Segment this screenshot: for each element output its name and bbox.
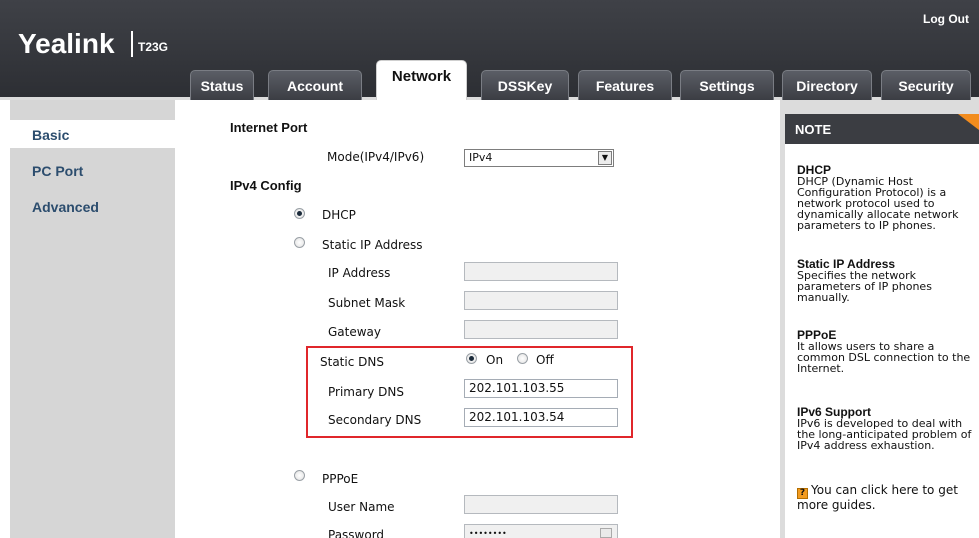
user-name-label: User Name xyxy=(328,500,395,514)
keyboard-icon xyxy=(600,528,612,538)
note-static: Static IP Address Specifies the network … xyxy=(797,258,975,304)
static-dns-label: Static DNS xyxy=(320,355,384,369)
brand-logo: Yealink xyxy=(18,28,115,59)
secondary-dns-label: Secondary DNS xyxy=(328,413,422,427)
note-corner-flag xyxy=(958,114,979,130)
tab-account[interactable]: Account xyxy=(268,70,362,100)
static-dns-off-label: Off xyxy=(536,353,554,367)
tab-network[interactable]: Network xyxy=(376,60,467,100)
mode-select[interactable]: IPv4 ▼ xyxy=(464,149,614,167)
sidebar-item-pc-port[interactable]: PC Port xyxy=(32,163,83,179)
tab-features[interactable]: Features xyxy=(578,70,672,100)
tab-dsskey[interactable]: DSSKey xyxy=(481,70,569,100)
logout-link[interactable]: Log Out xyxy=(923,12,969,26)
chevron-down-icon: ▼ xyxy=(598,151,612,165)
sidebar-item-basic[interactable]: Basic xyxy=(32,127,69,143)
ip-address-field[interactable] xyxy=(464,262,618,281)
note-ipv6-text: IPv6 is developed to deal with the long-… xyxy=(797,417,972,452)
static-dns-on-radio[interactable] xyxy=(466,353,477,364)
gateway-label: Gateway xyxy=(328,325,382,339)
password-value: •••••••• xyxy=(469,529,507,538)
ip-address-label: IP Address xyxy=(328,266,391,280)
password-field[interactable]: •••••••• xyxy=(464,524,618,538)
pppoe-radio[interactable] xyxy=(294,470,305,481)
static-ip-radio[interactable] xyxy=(294,237,305,248)
note-dhcp: DHCP DHCP (Dynamic Host Configuration Pr… xyxy=(797,164,975,232)
mode-label: Mode(IPv4/IPv6) xyxy=(327,150,425,164)
note-pppoe-text: It allows users to share a common DSL co… xyxy=(797,340,971,375)
note-pppoe: PPPoE It allows users to share a common … xyxy=(797,329,975,375)
pppoe-label: PPPoE xyxy=(322,472,359,486)
note-ipv6: IPv6 Support IPv6 is developed to deal w… xyxy=(797,406,975,452)
ipv4-config-heading: IPv4 Config xyxy=(230,178,302,193)
tab-settings[interactable]: Settings xyxy=(680,70,774,100)
subnet-mask-field[interactable] xyxy=(464,291,618,310)
tab-security[interactable]: Security xyxy=(881,70,971,100)
internet-port-heading: Internet Port xyxy=(230,120,308,135)
primary-dns-label: Primary DNS xyxy=(328,385,405,399)
model-label: T23G xyxy=(138,40,169,54)
mode-select-value: IPv4 xyxy=(469,151,493,164)
note-title: NOTE xyxy=(785,114,979,144)
dhcp-radio[interactable] xyxy=(294,208,305,219)
note-guide-text[interactable]: You can click here to get more guides. xyxy=(797,483,958,512)
secondary-dns-field[interactable]: 202.101.103.54 xyxy=(464,408,618,427)
primary-dns-field[interactable]: 202.101.103.55 xyxy=(464,379,618,398)
user-name-field[interactable] xyxy=(464,495,618,514)
tab-status[interactable]: Status xyxy=(190,70,254,100)
dhcp-label: DHCP xyxy=(322,208,356,222)
static-ip-label: Static IP Address xyxy=(322,238,423,252)
logo-separator xyxy=(131,31,133,57)
static-dns-off-radio[interactable] xyxy=(517,353,528,364)
sidebar-item-advanced[interactable]: Advanced xyxy=(32,199,99,215)
note-static-text: Specifies the network parameters of IP p… xyxy=(797,269,932,304)
note-dhcp-text: DHCP (Dynamic Host Configuration Protoco… xyxy=(797,175,959,232)
tab-directory[interactable]: Directory xyxy=(782,70,872,100)
password-label: Password xyxy=(328,528,385,538)
note-guide[interactable]: ? You can click here to get more guides. xyxy=(797,484,975,512)
gateway-field[interactable] xyxy=(464,320,618,339)
subnet-mask-label: Subnet Mask xyxy=(328,296,406,310)
static-dns-on-label: On xyxy=(486,353,504,367)
